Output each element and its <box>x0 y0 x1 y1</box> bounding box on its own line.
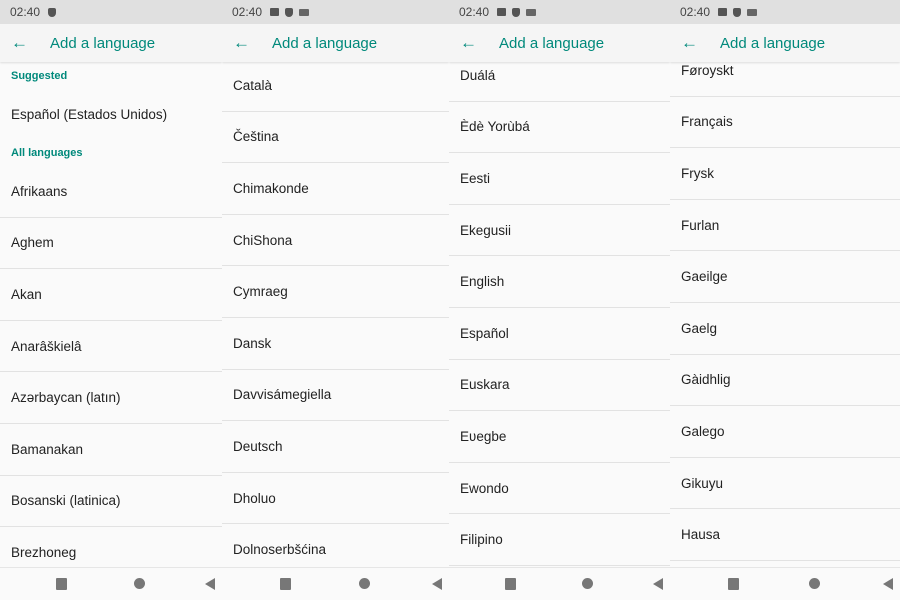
shield-icon <box>512 7 521 17</box>
language-item[interactable]: Èdè Yorùbá <box>449 102 670 154</box>
status-time: 02:40 <box>10 5 41 19</box>
back-arrow-icon[interactable]: ← <box>0 33 50 53</box>
language-item[interactable]: Bamanakan <box>0 424 222 476</box>
language-item[interactable]: Čeština <box>222 112 449 164</box>
language-item[interactable]: Gikuyu <box>670 458 900 510</box>
language-item[interactable]: Furlan <box>670 200 900 252</box>
language-list[interactable]: Suggested Español (Estados Unidos) All lan… <box>0 62 222 579</box>
section-header-suggested: Suggested <box>11 69 68 82</box>
screen-panel: 02:40 ← Add a language Føroyskt Français Frys… <box>670 0 900 600</box>
language-item[interactable]: Eʋegbe <box>449 411 670 463</box>
language-item[interactable]: Akan <box>0 269 222 321</box>
home-button[interactable] <box>133 578 145 589</box>
language-item[interactable]: Ekegusii <box>449 205 670 257</box>
language-item[interactable]: Eesti <box>449 153 670 205</box>
language-item[interactable]: Bosanski (latinica) <box>0 476 222 528</box>
back-arrow-icon[interactable]: ← <box>670 33 720 53</box>
recents-button[interactable] <box>279 578 291 590</box>
page-title: Add a language <box>720 34 826 52</box>
language-item[interactable]: Galego <box>670 406 900 458</box>
language-item[interactable]: Català <box>222 60 449 112</box>
image-icon <box>270 8 280 16</box>
keyboard-icon <box>747 8 758 16</box>
status-bar: 02:40 <box>449 0 670 24</box>
language-item[interactable]: Anarâškielâ <box>0 321 222 373</box>
status-bar: 02:40 <box>222 0 449 24</box>
recents-button[interactable] <box>728 578 740 590</box>
language-item[interactable]: Afrikaans <box>0 166 222 218</box>
language-list[interactable]: Català Čeština Chimakonde ChiShona Cymraeg Da… <box>222 60 449 576</box>
status-time: 02:40 <box>459 5 490 19</box>
language-item[interactable]: Frysk <box>670 148 900 200</box>
language-item[interactable]: English <box>449 256 670 308</box>
language-list[interactable]: Føroyskt Français Frysk Furlan Gaeilge Gaelg G… <box>670 45 900 561</box>
back-button[interactable] <box>653 578 664 590</box>
language-item[interactable]: Français <box>670 97 900 149</box>
screen-panel: 02:40 ← Add a language Suggested Español (Es… <box>0 0 222 600</box>
language-item[interactable]: Gaeilge <box>670 251 900 303</box>
language-item[interactable]: Español <box>449 308 670 360</box>
navigation-bar <box>0 567 222 600</box>
shield-icon <box>733 7 742 17</box>
status-time: 02:40 <box>680 5 711 19</box>
language-item[interactable]: Deutsch <box>222 421 449 473</box>
screen-panel: 02:40 ← Add a language Duálá Èdè Yorùbá Eesti… <box>449 0 670 600</box>
language-item[interactable]: Filipino <box>449 514 670 566</box>
status-bar: 02:40 <box>0 0 222 24</box>
keyboard-icon <box>299 8 310 16</box>
image-icon <box>718 8 728 16</box>
language-item[interactable]: Hausa <box>670 509 900 561</box>
shield-icon <box>285 7 294 17</box>
home-button[interactable] <box>582 578 594 589</box>
language-item[interactable]: Davvisámegiella <box>222 370 449 422</box>
language-item[interactable]: Dholuo <box>222 473 449 525</box>
app-bar: ← Add a language <box>449 24 670 62</box>
status-bar: 02:40 <box>670 0 900 24</box>
language-item[interactable]: Gàidhlig <box>670 355 900 407</box>
back-button[interactable] <box>432 578 443 590</box>
page-title: Add a language <box>50 34 156 52</box>
shield-icon <box>48 7 57 17</box>
language-item[interactable]: Azərbaycan (latın) <box>0 372 222 424</box>
navigation-bar <box>449 567 670 600</box>
back-arrow-icon[interactable]: ← <box>449 33 499 53</box>
language-item[interactable]: Aghem <box>0 218 222 270</box>
back-arrow-icon[interactable]: ← <box>222 33 272 53</box>
language-item[interactable]: Gaelg <box>670 303 900 355</box>
page-title: Add a language <box>272 34 378 52</box>
status-time: 02:40 <box>232 5 263 19</box>
recents-button[interactable] <box>56 578 68 590</box>
section-header-all-languages: All languages <box>11 146 83 159</box>
language-item[interactable]: Dansk <box>222 318 449 370</box>
image-icon <box>497 8 507 16</box>
recents-button[interactable] <box>504 578 516 590</box>
suggested-language-item[interactable]: Español (Estados Unidos) <box>0 89 222 139</box>
language-list[interactable]: Duálá Èdè Yorùbá Eesti Ekegusii English Españ… <box>449 50 670 566</box>
home-button[interactable] <box>808 578 820 589</box>
app-bar: ← Add a language <box>222 24 449 62</box>
home-button[interactable] <box>359 578 370 589</box>
page-title: Add a language <box>499 34 605 52</box>
navigation-bar <box>670 567 900 600</box>
language-item[interactable]: Cymraeg <box>222 266 449 318</box>
language-item[interactable]: ChiShona <box>222 215 449 267</box>
back-button[interactable] <box>205 578 216 590</box>
app-bar: ← Add a language <box>670 24 900 62</box>
navigation-bar <box>222 567 449 600</box>
app-bar: ← Add a language <box>0 24 222 62</box>
language-item[interactable]: Ewondo <box>449 463 670 515</box>
back-button[interactable] <box>883 578 894 590</box>
keyboard-icon <box>526 8 537 16</box>
screen-panel: 02:40 ← Add a language Català Čeština Chimako… <box>222 0 449 600</box>
language-item[interactable]: Chimakonde <box>222 163 449 215</box>
language-item[interactable]: Euskara <box>449 360 670 412</box>
